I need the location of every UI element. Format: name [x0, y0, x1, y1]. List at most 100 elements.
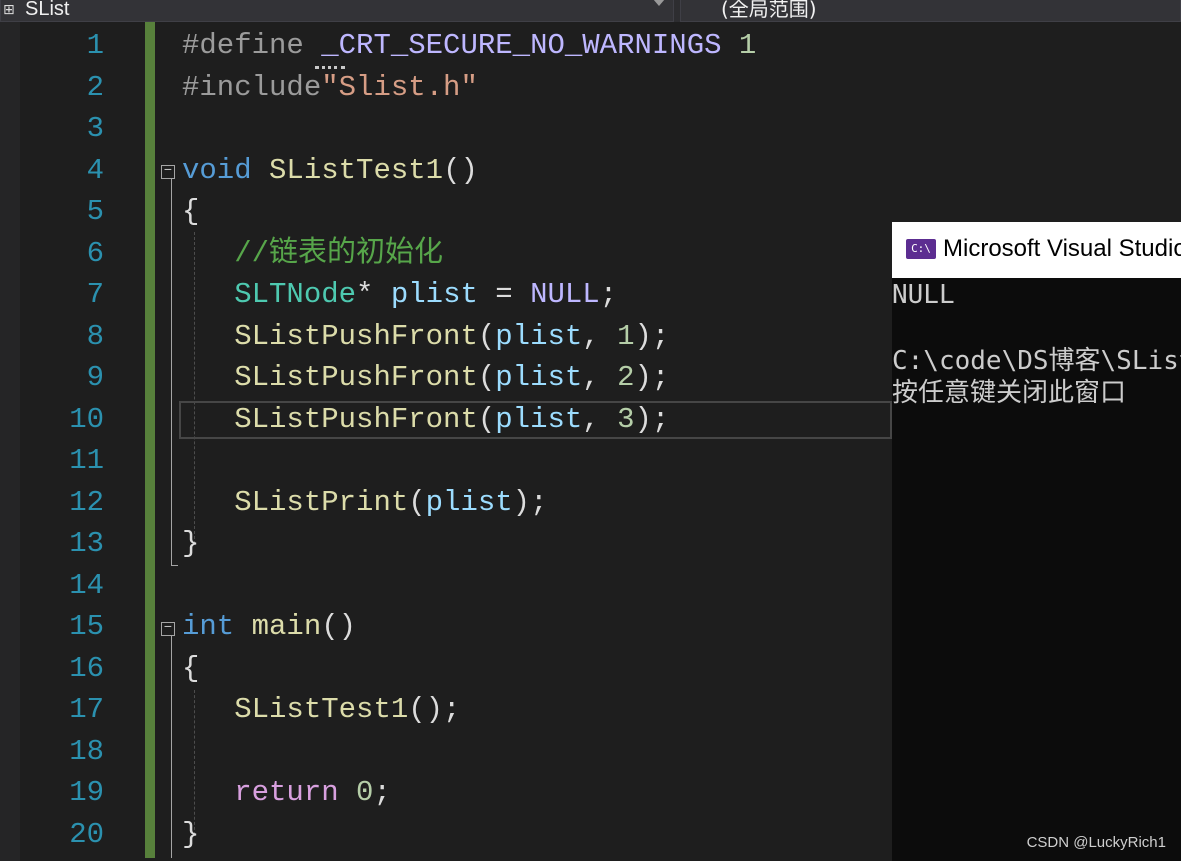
line-number: 5 — [86, 195, 104, 228]
punctuation: () — [321, 610, 357, 643]
function-call: SListPushFront — [234, 403, 478, 436]
code-line-10[interactable]: SListPushFront(plist, 3); — [182, 400, 669, 440]
punctuation: ( — [477, 320, 496, 353]
code-editor[interactable]: 1 2 3 4 5 6 7 8 9 10 11 12 13 14 15 16 1… — [0, 22, 892, 861]
console-title: Microsoft Visual Studio — [943, 235, 1181, 262]
line-number: 3 — [86, 112, 104, 145]
line-number: 6 — [86, 237, 104, 270]
brace: { — [182, 652, 200, 685]
line-number: 18 — [69, 735, 104, 768]
return-keyword: return — [234, 776, 339, 809]
watermark: CSDN @LuckyRich1 — [1026, 834, 1166, 851]
project-icon: ⊞ — [3, 2, 15, 18]
project-dropdown[interactable]: ⊞ SList — [0, 0, 674, 22]
code-line-6[interactable]: //链表的初始化 — [182, 234, 443, 274]
line-number: 7 — [86, 278, 104, 311]
project-name: SList — [25, 0, 70, 20]
punctuation: ( — [408, 486, 426, 519]
number-literal: 2 — [617, 361, 635, 394]
chevron-down-icon[interactable] — [653, 0, 665, 6]
code-line-2[interactable]: #include"Slist.h" — [182, 68, 478, 108]
debug-console-window[interactable]: C:\ Microsoft Visual Studio NULL C:\code… — [892, 222, 1181, 861]
glyph-margin — [0, 22, 20, 861]
line-number: 17 — [69, 693, 104, 726]
brace: { — [182, 195, 200, 228]
code-line-19[interactable]: return 0; — [182, 773, 391, 813]
line-number: 4 — [86, 154, 104, 187]
console-output-line: 按任意键关闭此窗口 — [892, 378, 1127, 408]
number-literal: 3 — [617, 403, 635, 436]
line-number: 2 — [86, 71, 104, 104]
punctuation: (); — [408, 693, 461, 726]
number-literal: 0 — [356, 776, 374, 809]
argument: plist — [495, 403, 583, 436]
macro-null: NULL — [530, 278, 600, 311]
code-line-9[interactable]: SListPushFront(plist, 2); — [182, 358, 669, 398]
line-number: 10 — [69, 403, 104, 436]
line-number: 13 — [69, 527, 104, 560]
console-app-icon: C:\ — [906, 239, 936, 259]
include-path: "Slist.h" — [321, 71, 478, 104]
keyword: int — [182, 610, 235, 643]
punctuation: ); — [634, 403, 670, 436]
navigation-bar: ⊞ SList (全局范围) — [0, 0, 1181, 22]
outline-guide — [171, 179, 172, 565]
outline-end — [171, 565, 178, 566]
code-line-13[interactable]: } — [182, 524, 199, 564]
variable-name: plist — [390, 278, 478, 311]
code-line-17[interactable]: SListTest1(); — [182, 690, 460, 730]
preprocessor-directive: #include — [182, 71, 322, 104]
console-title-bar[interactable]: C:\ Microsoft Visual Studio — [892, 222, 1181, 278]
punctuation: ( — [477, 403, 496, 436]
scope-dropdown[interactable]: (全局范围) — [680, 0, 1181, 22]
macro-name: _CRT_SECURE_NO_WARNINGS — [321, 29, 722, 62]
code-line-1[interactable]: #define _CRT_SECURE_NO_WARNINGS 1 — [182, 26, 756, 66]
line-number: 15 — [69, 610, 104, 643]
change-tracking-bar — [145, 22, 155, 858]
collapse-toggle-icon[interactable]: − — [161, 621, 175, 636]
code-line-15[interactable]: int main() — [182, 607, 356, 647]
code-line-4[interactable]: void SListTest1() — [182, 151, 478, 191]
argument: plist — [495, 320, 583, 353]
macro-value: 1 — [738, 29, 757, 62]
punctuation: ); — [634, 320, 670, 353]
semicolon: ; — [599, 278, 618, 311]
outline-guide — [171, 636, 172, 858]
code-line-12[interactable]: SListPrint(plist); — [182, 483, 547, 523]
function-call: SListPushFront — [234, 320, 478, 353]
code-line-8[interactable]: SListPushFront(plist, 1); — [182, 317, 669, 357]
function-call: SListPrint — [234, 486, 409, 519]
function-name: SListTest1 — [269, 154, 444, 187]
pointer-star: * — [356, 278, 374, 311]
line-number: 11 — [69, 444, 104, 477]
code-line-5[interactable]: { — [182, 192, 199, 232]
preprocessor-directive: #define — [182, 29, 304, 62]
line-number: 8 — [86, 320, 104, 353]
argument: plist — [495, 361, 583, 394]
line-number: 9 — [86, 361, 104, 394]
code-line-7[interactable]: SLTNode* plist = NULL; — [182, 275, 617, 315]
function-call: SListTest1 — [234, 693, 409, 726]
punctuation: ( — [477, 361, 496, 394]
punctuation: () — [443, 154, 478, 187]
punctuation: ); — [512, 486, 548, 519]
line-number: 14 — [69, 569, 104, 602]
punctuation: , — [582, 361, 600, 394]
operator: = — [495, 278, 513, 311]
line-number: 19 — [69, 776, 104, 809]
punctuation: , — [582, 403, 600, 436]
punctuation: ); — [634, 361, 670, 394]
console-output-line: C:\code\DS博客\SList — [892, 346, 1181, 376]
line-number: 1 — [86, 29, 104, 62]
collapse-toggle-icon[interactable]: − — [161, 164, 175, 179]
line-number: 20 — [69, 818, 104, 851]
line-number: 16 — [69, 652, 104, 685]
brace: } — [182, 818, 200, 851]
type-name: SLTNode — [234, 278, 357, 311]
brace: } — [182, 527, 200, 560]
code-line-16[interactable]: { — [182, 649, 199, 689]
function-call: SListPushFront — [234, 361, 478, 394]
console-output-line: NULL — [892, 280, 955, 310]
number-literal: 1 — [617, 320, 635, 353]
code-line-20[interactable]: } — [182, 815, 199, 855]
